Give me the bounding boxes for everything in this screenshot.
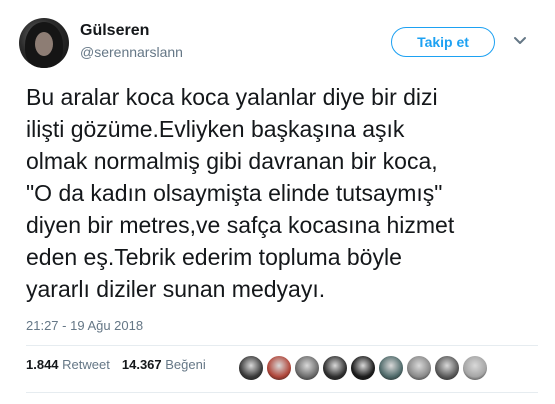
tweet-text-line: ilişti gözüme.Evliyken başkaşına aşık: [26, 116, 405, 142]
liker-avatar[interactable]: [238, 355, 264, 381]
liker-avatar[interactable]: [406, 355, 432, 381]
retweet-count: 1.844: [26, 357, 59, 372]
tweet-text-line: Bu aralar koca koca yalanlar diye bir di…: [26, 84, 438, 110]
liker-avatar[interactable]: [378, 355, 404, 381]
retweet-label: Retweet: [62, 357, 110, 372]
liker-avatar[interactable]: [350, 355, 376, 381]
display-name[interactable]: Gülseren: [80, 22, 149, 40]
chevron-down-icon[interactable]: [512, 34, 528, 48]
tweet-stats: 1.844 Retweet 14.367 Beğeni: [26, 357, 206, 372]
tweet-text-line: olmak normalmiş gibi davranan bir koca,: [26, 148, 438, 174]
tweet-timestamp[interactable]: 21:27 - 19 Ağu 2018: [26, 318, 143, 333]
like-label: Beğeni: [165, 357, 206, 372]
liker-avatar[interactable]: [462, 355, 488, 381]
tweet-text-line: "O da kadın olsaymişta elinde tutsaymış": [26, 180, 443, 206]
liker-avatar[interactable]: [434, 355, 460, 381]
tweet-text: Bu aralar koca koca yalanlar diye bir di…: [26, 81, 546, 305]
follow-button[interactable]: Takip et: [391, 27, 495, 57]
tweet-text-line: diyen bir metres,ve safça kocasına hizme…: [26, 212, 455, 238]
like-count: 14.367: [121, 357, 162, 372]
user-avatar[interactable]: [19, 18, 69, 68]
divider: [26, 392, 538, 393]
like-stat[interactable]: 14.367 Beğeni: [122, 357, 206, 372]
tweet-text-line: eden eş.Tebrik ederim topluma böyle: [26, 244, 402, 270]
liker-avatar[interactable]: [294, 355, 320, 381]
avatar-face: [35, 32, 53, 56]
tweet-card: Gülseren @serennarslann Takip et Bu aral…: [0, 0, 555, 404]
retweet-stat[interactable]: 1.844 Retweet: [26, 357, 110, 372]
liker-avatar[interactable]: [266, 355, 292, 381]
tweet-text-line: yararlı diziler sunan medyayı.: [26, 276, 326, 302]
username[interactable]: @serennarslann: [80, 44, 183, 60]
liker-avatar[interactable]: [322, 355, 348, 381]
divider: [26, 345, 538, 346]
